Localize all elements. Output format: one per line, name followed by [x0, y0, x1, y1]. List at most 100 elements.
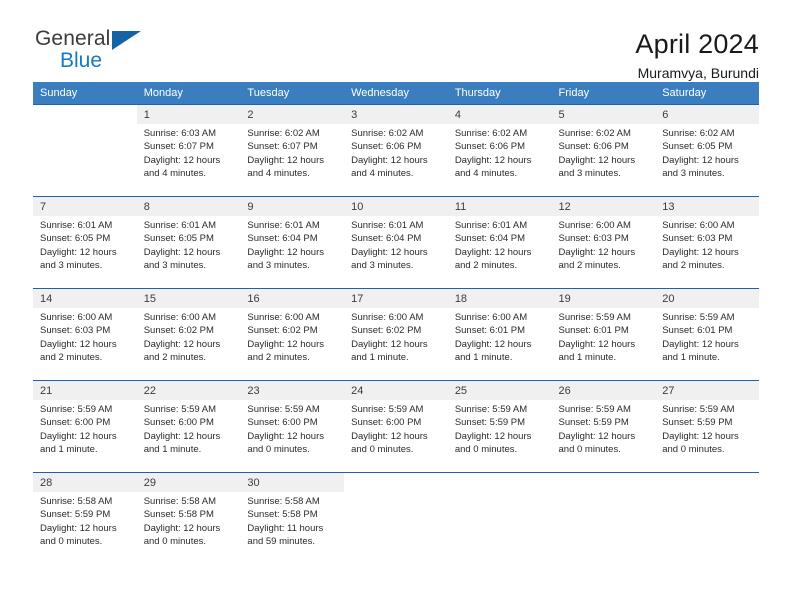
day-detail-line: Sunset: 5:59 PM	[662, 417, 733, 429]
day-detail-line: Sunset: 6:03 PM	[558, 233, 629, 245]
day-detail-line: Daylight: 12 hours	[662, 246, 739, 258]
weekday-header-row: Sunday Monday Tuesday Wednesday Thursday…	[33, 82, 759, 104]
day-number[interactable]: 26	[551, 381, 656, 400]
day-number[interactable]: 2	[240, 105, 345, 124]
day-detail-line: Sunset: 6:04 PM	[247, 233, 318, 245]
day-number[interactable]: 10	[344, 197, 448, 216]
day-detail-line: and 2 minutes.	[662, 260, 725, 272]
day-detail-line: Sunrise: 6:01 AM	[351, 220, 424, 231]
day-detail-line: and 4 minutes.	[454, 168, 518, 180]
day-detail-line: Sunset: 5:59 PM	[40, 509, 111, 521]
day-detail-line: Daylight: 12 hours	[558, 154, 636, 166]
day-detail-line: Daylight: 12 hours	[143, 430, 221, 442]
day-detail-line: Sunrise: 6:00 AM	[247, 312, 320, 323]
day-detail-line: and 3 minutes.	[558, 168, 621, 180]
day-cell: Sunrise: 6:03 AM Sunset: 6:07 PM Daylight:…	[136, 124, 241, 196]
page-subtitle: Muramvya, Burundi	[637, 65, 759, 81]
day-number[interactable]: 9	[240, 197, 345, 216]
day-detail-line: Daylight: 12 hours	[40, 246, 117, 258]
day-detail-line: Daylight: 12 hours	[351, 338, 428, 350]
day-cell: Sunrise: 5:59 AM Sunset: 6:00 PM Daylight:…	[136, 400, 241, 472]
day-cell: Sunrise: 6:02 AM Sunset: 6:06 PM Daylight:…	[551, 124, 656, 196]
day-cell: Sunrise: 6:00 AM Sunset: 6:03 PM Daylight:…	[551, 216, 656, 288]
day-number[interactable]: 18	[447, 289, 552, 308]
weekday-header-monday: Monday	[136, 82, 241, 104]
day-number[interactable]: 1	[136, 105, 241, 124]
day-number[interactable]: 29	[136, 473, 241, 492]
day-detail-line: Sunset: 6:01 PM	[558, 325, 629, 337]
day-number[interactable]: 12	[551, 197, 656, 216]
day-cell-empty	[344, 492, 448, 564]
day-number[interactable]: 14	[33, 289, 137, 308]
day-number[interactable]: 19	[551, 289, 656, 308]
day-number-empty	[655, 473, 759, 492]
weekday-header-friday: Friday	[551, 82, 656, 104]
day-number[interactable]: 17	[344, 289, 448, 308]
day-number[interactable]: 13	[655, 197, 759, 216]
day-detail-line: Sunrise: 5:59 AM	[351, 404, 424, 415]
day-cell: Sunrise: 5:58 AM Sunset: 5:59 PM Daylight:…	[33, 492, 137, 564]
day-detail-line: and 2 minutes.	[247, 352, 310, 364]
day-number[interactable]: 4	[447, 105, 552, 124]
day-number[interactable]: 3	[344, 105, 448, 124]
day-detail-line: and 3 minutes.	[247, 260, 310, 272]
day-detail-line: Sunset: 6:01 PM	[662, 325, 733, 337]
day-number[interactable]: 22	[136, 381, 241, 400]
day-detail-line: Sunrise: 6:01 AM	[454, 220, 528, 231]
day-cell: Sunrise: 5:59 AM Sunset: 5:59 PM Daylight:…	[551, 400, 656, 472]
day-number-row: 7 8 9 10 11 12 13	[33, 197, 759, 216]
day-number[interactable]: 25	[447, 381, 552, 400]
day-detail-line: and 2 minutes.	[558, 260, 621, 272]
day-detail-line: and 1 minute.	[454, 352, 513, 364]
day-cell: Sunrise: 5:58 AM Sunset: 5:58 PM Daylight:…	[136, 492, 241, 564]
day-detail-line: Daylight: 12 hours	[40, 338, 117, 350]
day-detail-line: Daylight: 12 hours	[662, 338, 739, 350]
day-detail-line: Sunrise: 5:58 AM	[40, 496, 113, 507]
day-detail-line: and 4 minutes.	[351, 168, 414, 180]
day-number[interactable]: 27	[655, 381, 759, 400]
day-detail-line: Sunrise: 6:02 AM	[247, 128, 320, 139]
day-detail-line: Daylight: 12 hours	[247, 154, 324, 166]
day-number[interactable]: 23	[240, 381, 345, 400]
day-cell: Sunrise: 6:01 AM Sunset: 6:04 PM Daylight:…	[240, 216, 345, 288]
day-detail-line: and 4 minutes.	[247, 168, 310, 180]
day-number[interactable]: 28	[33, 473, 137, 492]
day-number[interactable]: 15	[136, 289, 241, 308]
day-detail-line: and 0 minutes.	[454, 444, 518, 456]
day-number[interactable]: 11	[447, 197, 552, 216]
day-detail-line: Sunset: 6:03 PM	[662, 233, 733, 245]
day-cell: Sunrise: 6:00 AM Sunset: 6:02 PM Daylight:…	[344, 308, 448, 380]
day-number[interactable]: 20	[655, 289, 759, 308]
day-number[interactable]: 21	[33, 381, 137, 400]
day-detail-line: and 2 minutes.	[454, 260, 518, 272]
day-detail-line: Sunset: 6:02 PM	[351, 325, 422, 337]
day-detail-line: and 3 minutes.	[662, 168, 725, 180]
day-number[interactable]: 30	[240, 473, 345, 492]
weekday-header-tuesday: Tuesday	[240, 82, 345, 104]
day-cell: Sunrise: 5:59 AM Sunset: 5:59 PM Daylight:…	[447, 400, 552, 472]
day-detail-line: and 0 minutes.	[143, 536, 207, 548]
day-number-row: 14 15 16 17 18 19 20	[33, 289, 759, 308]
day-number[interactable]: 5	[551, 105, 656, 124]
day-number[interactable]: 16	[240, 289, 345, 308]
day-detail-line: Sunrise: 5:58 AM	[247, 496, 320, 507]
day-detail-line: and 3 minutes.	[143, 260, 207, 272]
day-number[interactable]: 24	[344, 381, 448, 400]
day-number-empty	[551, 473, 656, 492]
day-detail-line: Daylight: 12 hours	[454, 154, 532, 166]
day-cell: Sunrise: 6:00 AM Sunset: 6:03 PM Daylight:…	[655, 216, 759, 288]
day-detail-line: Daylight: 12 hours	[454, 430, 532, 442]
day-detail-line: Daylight: 12 hours	[454, 246, 532, 258]
day-number[interactable]: 8	[136, 197, 241, 216]
day-detail-line: and 1 minute.	[351, 352, 409, 364]
day-detail-line: and 1 minute.	[558, 352, 617, 364]
day-number[interactable]: 7	[33, 197, 137, 216]
day-detail-line: Sunrise: 5:59 AM	[558, 404, 631, 415]
day-cell: Sunrise: 6:01 AM Sunset: 6:04 PM Daylight:…	[447, 216, 552, 288]
day-detail-line: and 1 minute.	[143, 444, 202, 456]
day-detail-line: Sunset: 6:00 PM	[40, 417, 111, 429]
day-detail-line: Daylight: 12 hours	[143, 338, 221, 350]
day-detail-row: Sunrise: 5:59 AM Sunset: 6:00 PM Daylight:…	[33, 400, 759, 472]
day-detail-line: Sunset: 6:05 PM	[662, 141, 733, 153]
day-number[interactable]: 6	[655, 105, 759, 124]
